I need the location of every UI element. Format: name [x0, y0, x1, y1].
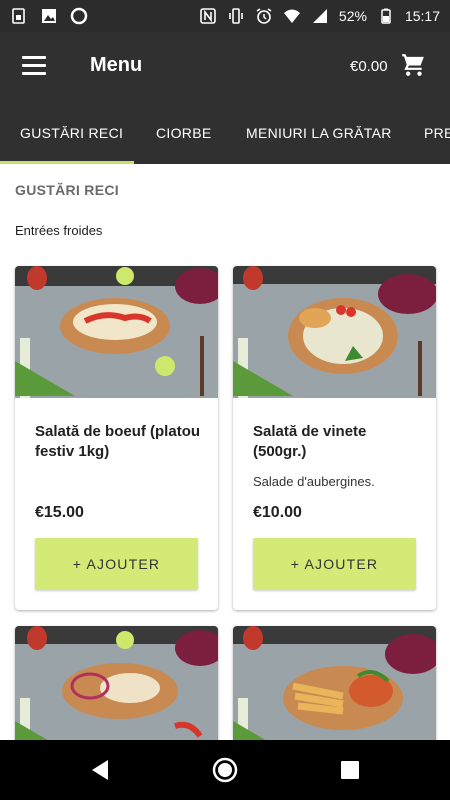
status-bar: 52% 15:17 — [0, 0, 450, 32]
tab-ciorbe[interactable]: CIORBE — [156, 102, 211, 164]
vibrate-icon — [229, 8, 243, 24]
circle-icon — [70, 7, 88, 25]
app-bar: Menu €0.00 — [0, 32, 450, 102]
section-title: GUSTĂRI RECI — [15, 182, 119, 198]
product-card[interactable] — [233, 626, 436, 756]
product-image — [15, 626, 218, 756]
product-card[interactable]: Salată de vinete (500gr.) Salade d'auber… — [233, 266, 436, 610]
product-price: €15.00 — [35, 504, 84, 521]
clock: 15:17 — [404, 8, 440, 24]
cart-icon[interactable] — [400, 52, 426, 78]
battery-icon — [381, 8, 391, 24]
signal-icon — [312, 9, 327, 23]
back-icon[interactable] — [86, 755, 116, 785]
image-icon — [42, 9, 56, 23]
product-image — [15, 266, 218, 398]
active-tab-indicator — [0, 161, 134, 164]
battery-percent: 52% — [338, 8, 367, 24]
nfc-icon — [200, 8, 216, 24]
product-name: Salată de vinete (500gr.) — [253, 423, 367, 460]
cart-total: €0.00 — [350, 58, 388, 75]
product-price: €10.00 — [253, 504, 302, 521]
product-image — [233, 626, 436, 756]
category-tabs: GUSTĂRI RECI CIORBE MENIURI LA GRĂTAR PR… — [0, 102, 450, 164]
product-description: Salade d'aubergines. — [253, 474, 375, 489]
page-title: Menu — [90, 54, 143, 76]
tab-more[interactable]: PRE — [424, 102, 450, 164]
section-subtitle: Entrées froides — [15, 223, 103, 238]
product-card[interactable] — [15, 626, 218, 756]
recents-icon[interactable] — [335, 755, 365, 785]
home-icon[interactable] — [210, 755, 240, 785]
alarm-icon — [256, 8, 272, 24]
sim-icon — [12, 8, 25, 24]
wifi-icon — [283, 9, 300, 23]
product-image — [233, 266, 436, 398]
product-name: Salată de boeuf (platou festiv 1kg) — [35, 423, 201, 460]
product-card[interactable]: Salată de boeuf (platou festiv 1kg) €15.… — [15, 266, 218, 610]
add-to-cart-button[interactable]: + AJOUTER — [35, 538, 198, 590]
system-nav-bar — [0, 740, 450, 800]
add-to-cart-button[interactable]: + AJOUTER — [253, 538, 416, 590]
menu-icon[interactable] — [22, 56, 48, 78]
tab-meniuri-la-gratar[interactable]: MENIURI LA GRĂTAR — [246, 102, 392, 164]
tab-gustari-reci[interactable]: GUSTĂRI RECI — [20, 102, 123, 164]
